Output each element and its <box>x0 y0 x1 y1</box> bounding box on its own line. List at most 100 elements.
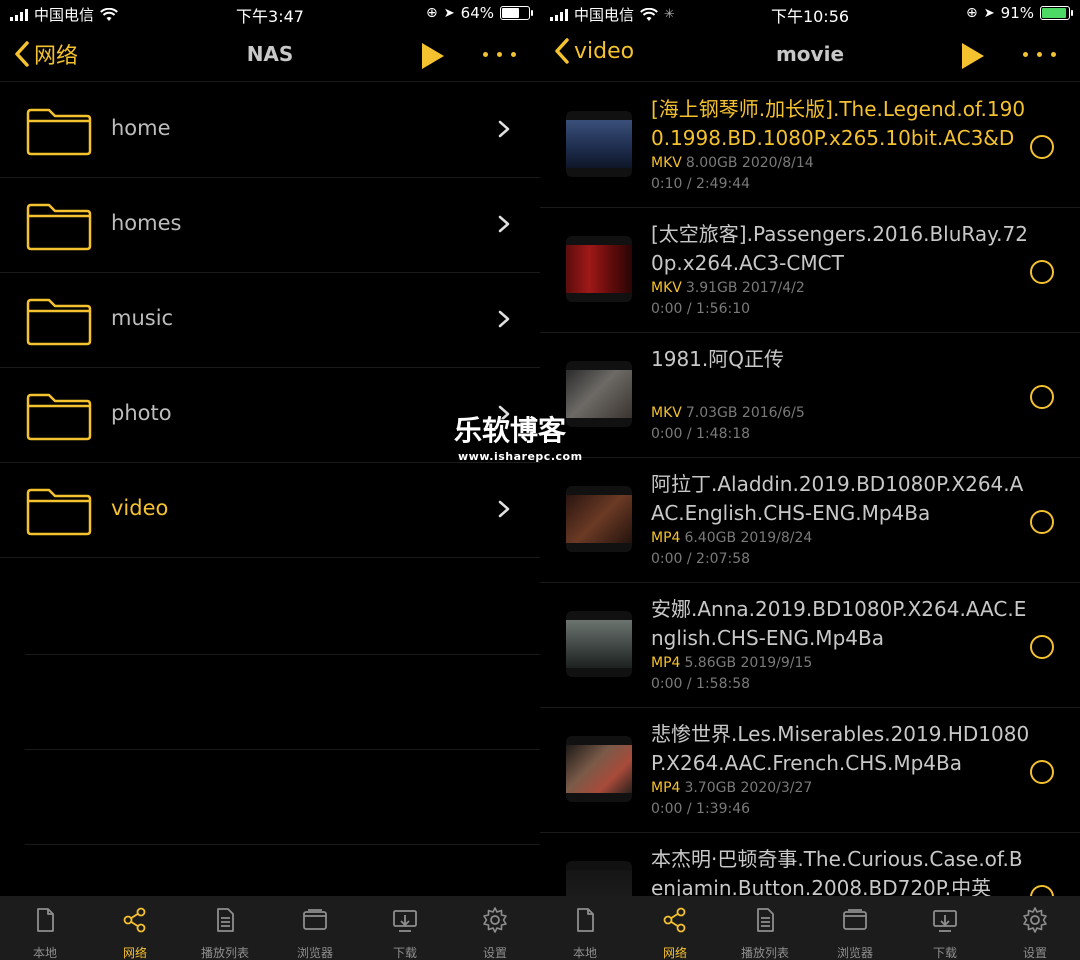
movie-title: [海上钢琴师.加长版].The.Legend.of.1900.1998.BD.1… <box>651 97 1026 150</box>
tab-document[interactable]: 本地 <box>540 896 630 960</box>
movie-list: [海上钢琴师.加长版].The.Legend.of.1900.1998.BD.1… <box>540 83 1080 896</box>
movie-row[interactable]: [太空旅客].Passengers.2016.BluRay.720p.x264.… <box>540 208 1080 333</box>
tab-label: 设置 <box>482 946 507 960</box>
movie-thumbnail <box>566 111 632 177</box>
select-radio[interactable] <box>1030 760 1054 784</box>
tab-browser[interactable]: 浏览器 <box>810 896 900 960</box>
movie-row[interactable]: [海上钢琴师.加长版].The.Legend.of.1900.1998.BD.1… <box>540 83 1080 208</box>
battery-percent: 64% <box>460 4 494 22</box>
movie-title: 阿拉丁.Aladdin.2019.BD1080P.X264.AAC.Englis… <box>651 472 1024 525</box>
folder-name: photo <box>111 401 172 425</box>
movie-thumbnail <box>566 611 632 677</box>
location-icon: ➤ <box>983 5 995 21</box>
tab-document[interactable]: 本地 <box>0 896 90 960</box>
select-radio[interactable] <box>1030 260 1054 284</box>
folder-name: video <box>111 496 169 520</box>
battery-percent: 91% <box>1000 4 1034 22</box>
tab-bar: 本地 网络 播放列表 浏览器 下载 设置 <box>0 896 540 960</box>
folder-icon <box>25 297 93 347</box>
movie-title: 安娜.Anna.2019.BD1080P.X264.AAC.English.CH… <box>651 597 1027 650</box>
folder-name: home <box>111 116 171 140</box>
tab-share[interactable]: 网络 <box>90 896 180 960</box>
browser-icon <box>841 906 869 938</box>
select-radio[interactable] <box>1030 885 1054 896</box>
tab-playlist[interactable]: 播放列表 <box>720 896 810 960</box>
movie-title: [太空旅客].Passengers.2016.BluRay.720p.x264.… <box>651 222 1028 275</box>
playlist-icon <box>211 906 239 938</box>
tab-download[interactable]: 下载 <box>900 896 990 960</box>
download-icon <box>391 906 419 938</box>
movie-info: 3.70GB 2020/3/27 <box>684 780 813 796</box>
folder-row-homes[interactable]: homes <box>0 178 540 273</box>
movie-progress-time: 0:00 / 1:58:58 <box>651 676 751 692</box>
tab-download[interactable]: 下载 <box>360 896 450 960</box>
movie-meta: MP4 3.70GB 2020/3/27 <box>651 780 812 796</box>
movie-info: 3.91GB 2017/4/2 <box>685 280 805 296</box>
folder-list: home homes music photo video <box>0 83 540 558</box>
nav-bar: 网络 NAS <box>0 30 540 82</box>
battery-icon <box>1040 6 1073 20</box>
movie-thumbnail <box>566 736 632 802</box>
movie-format: MKV <box>651 405 682 421</box>
movie-title: 悲惨世界.Les.Miserables.2019.HD1080P.X264.AA… <box>651 722 1030 775</box>
folder-icon <box>25 487 93 537</box>
select-radio[interactable] <box>1030 135 1054 159</box>
more-icon[interactable] <box>1023 52 1056 57</box>
select-radio[interactable] <box>1030 635 1054 659</box>
movie-format: MKV <box>651 280 682 296</box>
folder-row-video[interactable]: video <box>0 463 540 558</box>
movie-progress-time: 0:00 / 1:56:10 <box>651 301 751 317</box>
movie-format: MKV <box>651 155 682 171</box>
movie-meta: MKV 8.00GB 2020/8/14 <box>651 155 814 171</box>
movie-info: 8.00GB 2020/8/14 <box>685 155 814 171</box>
movie-format: MP4 <box>651 530 681 546</box>
play-icon[interactable] <box>962 43 984 69</box>
tab-label: 播放列表 <box>740 946 789 960</box>
page-title: NAS <box>246 42 294 66</box>
movie-row[interactable]: 1981.阿Q正传 MKV 7.03GB 2016/6/5 0:00 / 1:48:1… <box>540 333 1080 458</box>
movie-progress-time: 0:10 / 2:49:44 <box>651 176 751 192</box>
tab-label: 下载 <box>392 946 417 960</box>
movie-meta: MKV 3.91GB 2017/4/2 <box>651 280 805 296</box>
movie-thumbnail <box>566 486 632 552</box>
movie-row[interactable]: 悲惨世界.Les.Miserables.2019.HD1080P.X264.AA… <box>540 708 1080 833</box>
watermark-url: www.isharepc.com <box>458 450 583 463</box>
movie-meta: MP4 6.40GB 2019/8/24 <box>651 530 812 546</box>
tab-label: 网络 <box>662 946 687 960</box>
folder-icon <box>25 392 93 442</box>
folder-row-music[interactable]: music <box>0 273 540 368</box>
movie-info: 7.03GB 2016/6/5 <box>685 405 805 421</box>
folder-icon <box>25 107 93 157</box>
tab-gear[interactable]: 设置 <box>450 896 540 960</box>
chevron-right-icon <box>494 499 514 519</box>
download-icon <box>931 906 959 938</box>
watermark-logo: 乐软博客 <box>453 413 568 448</box>
tab-gear[interactable]: 设置 <box>990 896 1080 960</box>
playlist-icon <box>751 906 779 938</box>
movie-row[interactable]: 阿拉丁.Aladdin.2019.BD1080P.X264.AAC.Englis… <box>540 458 1080 583</box>
divider <box>25 844 540 845</box>
tab-share[interactable]: 网络 <box>630 896 720 960</box>
tab-playlist[interactable]: 播放列表 <box>180 896 270 960</box>
more-icon[interactable] <box>483 52 516 57</box>
tab-bar: 本地 网络 播放列表 浏览器 下载 设置 <box>540 896 1080 960</box>
orientation-lock-icon: ⊕ <box>966 5 978 21</box>
tab-label: 本地 <box>32 946 57 960</box>
movie-format: MP4 <box>651 780 681 796</box>
tab-label: 浏览器 <box>296 946 333 960</box>
share-icon <box>121 906 149 938</box>
movie-progress-time: 0:00 / 2:07:58 <box>651 551 751 567</box>
folder-row-home[interactable]: home <box>0 83 540 178</box>
left-screen: 中国电信 下午3:47 ⊕ ➤ 64% 网络 NAS home homes musi… <box>0 0 540 960</box>
play-icon[interactable] <box>422 43 444 69</box>
movie-row[interactable]: 安娜.Anna.2019.BD1080P.X264.AAC.English.CH… <box>540 583 1080 708</box>
folder-name: music <box>111 306 174 330</box>
select-radio[interactable] <box>1030 510 1054 534</box>
select-radio[interactable] <box>1030 385 1054 409</box>
tab-browser[interactable]: 浏览器 <box>270 896 360 960</box>
browser-icon <box>301 906 329 938</box>
tab-label: 下载 <box>932 946 957 960</box>
movie-row[interactable]: 本杰明·巴顿奇事.The.Curious.Case.of.Benjamin.Bu… <box>540 833 1080 896</box>
movie-title: 1981.阿Q正传 <box>651 347 784 371</box>
divider <box>25 749 540 750</box>
